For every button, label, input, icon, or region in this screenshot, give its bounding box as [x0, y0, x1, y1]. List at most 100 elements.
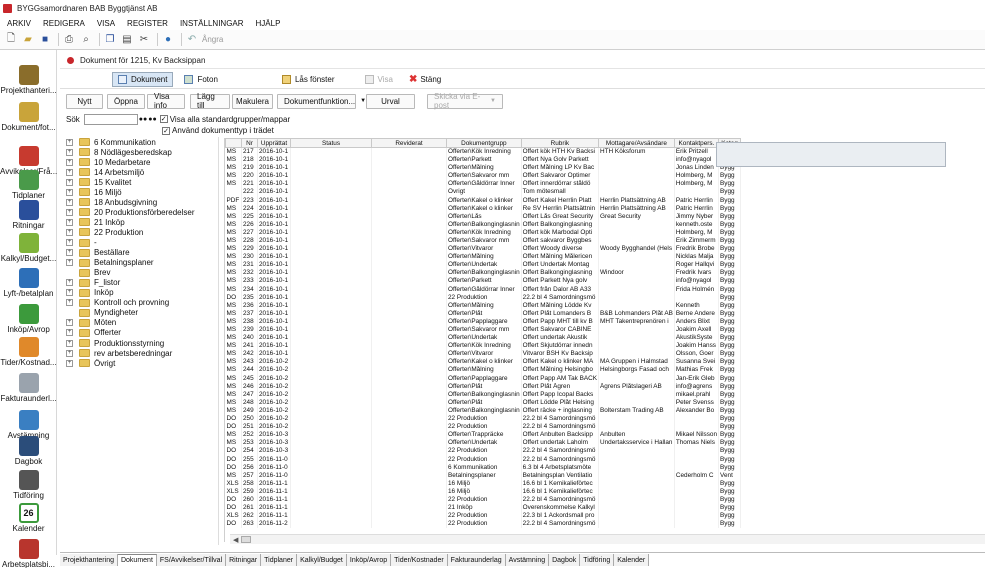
expand-icon[interactable]: + [66, 148, 73, 156]
table-row[interactable]: 222 2016-10-1 Övrigt Tom mötesmall Bygg [225, 188, 742, 197]
bottom-tab-3[interactable]: Ritningar [226, 554, 262, 566]
table-row[interactable]: MS 232 2016-10-1 Offerter\Balkonginglasnin O… [225, 269, 742, 278]
table-row[interactable]: MS 220 2016-10-1 Offerter\Sakvaror mm Offert… [225, 172, 742, 181]
expand-icon[interactable]: + [66, 289, 73, 297]
bottom-tab-12[interactable]: Kalender [614, 554, 650, 566]
nav-item-6[interactable]: Lyft-/betalplan [0, 268, 57, 298]
column-header[interactable]: Status [290, 138, 372, 148]
tree-node[interactable]: + Betalningsplaner [66, 258, 154, 268]
table-row[interactable]: DO 263 2016-11-2 22 Produktion 22.2 bl 4 Sam… [225, 520, 742, 529]
expand-icon[interactable]: + [66, 249, 73, 257]
expand-icon[interactable]: + [66, 299, 73, 307]
nav-item-4[interactable]: Ritningar [0, 200, 57, 230]
table-row[interactable]: MS 219 2016-10-1 Offerter\Målning Offert Mål… [225, 164, 742, 173]
table-row[interactable]: MS 241 2016-10-1 Offerter\Kök Inredning Offe… [225, 342, 742, 351]
expand-icon[interactable]: + [66, 218, 73, 226]
document-functions-dropdown[interactable]: Dokumentfunktion... ▼ [277, 93, 366, 109]
menu-item-register[interactable]: REGISTER [127, 19, 168, 28]
copy-icon[interactable]: ❐ [103, 33, 117, 47]
nav-item-7[interactable]: Inköp/Avrop [0, 304, 57, 334]
tree-node[interactable]: +6 Kommunikation [66, 137, 156, 147]
table-row[interactable]: MS 217 2016-10-1 Offerter\Kök Inredning Offe… [225, 147, 742, 156]
table-row[interactable]: MS 247 2016-10-2 Offerter\Balkonginglasnin O… [225, 390, 742, 399]
table-row[interactable]: PDF 223 2016-10-1 Offerter\Kakel o klinker O… [225, 196, 742, 205]
nav-item-14[interactable]: Arbetsplatsbi... [0, 539, 57, 568]
expand-icon[interactable]: + [66, 259, 73, 267]
tab-dokument[interactable]: Dokument [112, 71, 174, 87]
tree-node[interactable]: +20 Produktionsförberedelser [66, 207, 195, 217]
tree-node[interactable]: + Kontroll och provning [66, 298, 169, 308]
table-row[interactable]: DO 260 2016-11-1 22 Produktion 22.2 bl 4 Sam… [225, 495, 742, 505]
nav-item-12[interactable]: Tidföring [0, 470, 57, 500]
table-row[interactable]: MS 240 2016-10-1 Offerter\Undertak Offert un… [225, 334, 742, 343]
nav-item-11[interactable]: Dagbok [0, 436, 57, 466]
tree-node[interactable]: + Övrigt [66, 358, 115, 368]
table-row[interactable]: MS 252 2016-10-3 Offerter\Trappräcke Offert … [225, 431, 742, 440]
new-button[interactable]: Nytt [66, 93, 103, 109]
bottom-tab-7[interactable]: Tider/Kostnader [391, 554, 448, 566]
table-row[interactable]: MS 242 2016-10-1 Offerter\Vitvaror Vitvaror … [225, 350, 742, 359]
help-icon[interactable]: ● [161, 33, 175, 47]
tree-node[interactable]: +14 Arbetsmiljö [66, 167, 144, 177]
table-row[interactable]: MS 218 2016-10-1 Offerter\Parkett Offert Nya… [225, 156, 742, 165]
undo-icon[interactable]: ↶ [185, 33, 199, 47]
table-row[interactable]: DO 235 2016-10-1 22 Produktion 22.2 bl 4 Sam… [225, 293, 742, 302]
table-row[interactable]: MS 238 2016-10-1 Offerter\Papplaggare Offert… [225, 317, 742, 326]
tree-node[interactable]: +Myndigheter [66, 308, 138, 318]
tree-node[interactable]: + Möten [66, 318, 116, 328]
column-header[interactable]: Nr [241, 138, 258, 148]
menu-item-inställningar[interactable]: INSTÄLLNINGAR [180, 19, 244, 28]
table-row[interactable]: MS 253 2016-10-3 Offerter\Undertak Offert un… [225, 439, 742, 448]
table-row[interactable]: MS 233 2016-10-1 Offerter\Parkett Offert Par… [225, 277, 742, 286]
table-row[interactable]: MS 225 2016-10-1 Offerter\Lås Offert Lås Gre… [225, 212, 742, 221]
expand-icon[interactable]: + [66, 158, 73, 166]
tree-node[interactable]: + rev arbetsberedningar [66, 348, 172, 358]
view-button[interactable]: Visa [360, 72, 398, 87]
tree-node[interactable]: + F_listor [66, 278, 120, 288]
splitter[interactable] [218, 137, 219, 545]
bottom-tab-0[interactable]: Projekthantering [60, 554, 118, 566]
table-row[interactable]: XLS 259 2016-11-1 16 Miljö 16.6 bl 1 Kemikal… [225, 487, 742, 496]
nav-item-3[interactable]: Tidplaner [0, 170, 57, 200]
table-row[interactable]: MS 234 2016-10-1 Offerter\Gåldörrar Inner Of… [225, 285, 742, 294]
column-header[interactable]: Reviderat [371, 138, 447, 148]
column-header[interactable]: Rubrik [520, 138, 600, 148]
table-row[interactable]: DO 251 2016-10-2 22 Produktion 22.2 bl 4 Sam… [225, 423, 742, 432]
tree-node[interactable]: +8 Nödlägesberedskap [66, 147, 172, 157]
table-row[interactable]: MS 227 2016-10-1 Offerter\Kök Inredning Offe… [225, 228, 742, 237]
selection-button[interactable]: Urval [366, 93, 415, 109]
table-row[interactable]: DO 256 2016-11-0 6 Kommunikation 6.3 bl 4 Ar… [225, 463, 742, 472]
add-button[interactable]: Lägg till [190, 92, 230, 110]
nav-item-5[interactable]: Kalkyl/Budget... [0, 233, 57, 263]
bottom-tab-5[interactable]: Kalkyl/Budget [297, 554, 347, 566]
expand-icon[interactable]: + [66, 168, 73, 176]
horizontal-scrollbar[interactable]: ◀ [230, 534, 985, 544]
table-row[interactable]: MS 226 2016-10-1 Offerter\Balkonginglasnin O… [225, 220, 742, 229]
expand-icon[interactable]: + [66, 339, 73, 347]
expand-icon[interactable]: + [66, 228, 73, 236]
bottom-tab-4[interactable]: Tidplaner [261, 554, 298, 566]
tree-node[interactable]: +10 Medarbetare [66, 157, 150, 167]
new-file-icon[interactable]: 🗋 [4, 33, 18, 47]
table-row[interactable]: MS 245 2016-10-2 Offerter\Papplaggare Offert… [225, 374, 742, 383]
expand-icon[interactable]: + [66, 359, 73, 367]
bottom-tab-10[interactable]: Dagbok [549, 554, 581, 566]
table-row[interactable]: MS 237 2016-10-1 Offerter\Plåt Offert Plåt L… [225, 309, 742, 318]
table-row[interactable]: MS 230 2016-10-1 Offerter\Målning Offert Mål… [225, 253, 742, 262]
tree-node[interactable]: +15 Kvalitet [66, 177, 131, 187]
table-row[interactable]: MS 246 2016-10-2 Offerter\Plåt Offert Plåt Å… [225, 382, 742, 391]
table-row[interactable]: MS 248 2016-10-2 Offerter\Plåt Offert Lödde … [225, 398, 742, 407]
scroll-left-icon[interactable]: ◀ [233, 536, 238, 544]
table-row[interactable]: XLS 258 2016-11-1 16 Miljö 16.6 bl 1 Kemikal… [225, 479, 742, 488]
bottom-tab-1[interactable]: Dokument [117, 554, 157, 566]
lock-window-button[interactable]: Lås fönster [277, 72, 340, 87]
tree-node[interactable]: + - [66, 238, 97, 248]
table-row[interactable]: MS 221 2016-10-1 Offerter\Gåldörrar Inner Of… [225, 180, 742, 189]
expand-icon[interactable]: + [66, 178, 73, 186]
scrollbar-thumb[interactable] [241, 536, 252, 543]
column-header[interactable] [225, 138, 242, 148]
menu-item-visa[interactable]: VISA [97, 19, 115, 28]
table-row[interactable]: MS 236 2016-10-1 Offerter\Målning Offert Mål… [225, 301, 742, 310]
tree-node[interactable]: + Inköp [66, 288, 114, 298]
send-email-dropdown[interactable]: Skicka via E-post ▼ [427, 92, 503, 110]
